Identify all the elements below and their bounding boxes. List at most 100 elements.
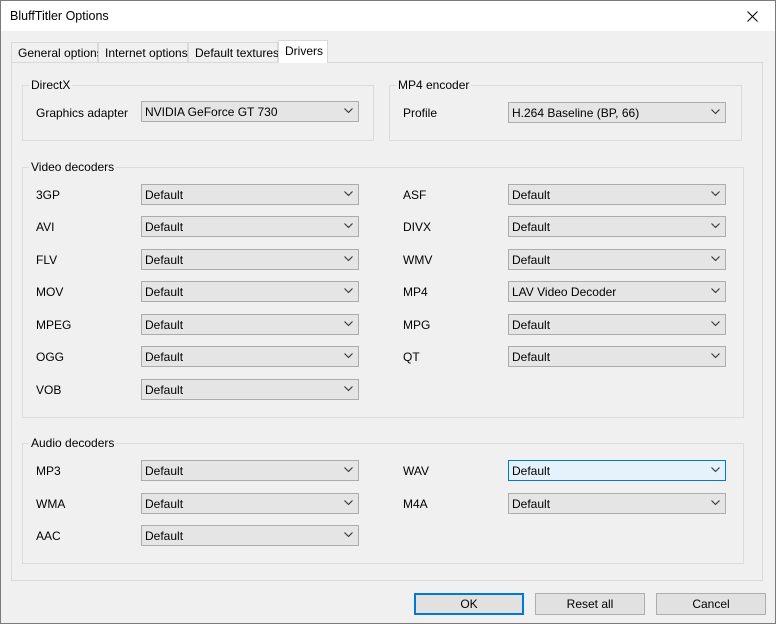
close-icon	[746, 10, 758, 22]
combo-value: Default	[145, 350, 184, 364]
combo-value: Default	[512, 188, 551, 202]
video-select-vob[interactable]: Default	[141, 379, 359, 400]
audio-select-m4a[interactable]: Default	[508, 493, 726, 514]
chevron-down-icon	[711, 256, 720, 262]
video-label-mp4: MP4	[403, 285, 428, 299]
combo-value: Default	[145, 464, 184, 478]
tab-label: Internet options	[105, 46, 188, 60]
video-label-mpeg: MPEG	[36, 318, 72, 332]
video-label-divx: DIVX	[403, 220, 432, 234]
chevron-down-icon	[711, 321, 720, 327]
video-label-ogg: OGG	[36, 350, 65, 364]
video-label-3gp: 3GP	[36, 188, 61, 202]
video-select-flv[interactable]: Default	[141, 249, 359, 270]
mp4-encoder-group-label: MP4 encoder	[396, 78, 472, 92]
video-select-divx[interactable]: Default	[508, 216, 726, 237]
video-label-qt: QT	[403, 350, 420, 364]
video-label-mpg: MPG	[403, 318, 431, 332]
video-select-wmv[interactable]: Default	[508, 249, 726, 270]
combo-value: Default	[512, 220, 551, 234]
cancel-button[interactable]: Cancel	[656, 593, 766, 615]
combo-value: LAV Video Decoder	[512, 285, 617, 299]
combo-value: Default	[512, 318, 551, 332]
tab-label: Default textures	[195, 46, 280, 60]
video-label-asf: ASF	[403, 188, 427, 202]
tab-default-textures[interactable]: Default textures	[188, 42, 280, 62]
window-title: BluffTitler Options	[10, 9, 109, 23]
combo-value: H.264 Baseline (BP, 66)	[512, 106, 640, 120]
audio-label-aac: AAC	[36, 529, 61, 543]
chevron-down-icon	[344, 467, 353, 473]
button-label: OK	[460, 597, 478, 611]
chevron-down-icon	[344, 532, 353, 538]
video-select-ogg[interactable]: Default	[141, 346, 359, 367]
reset-all-button[interactable]: Reset all	[535, 593, 645, 615]
directx-group-label: DirectX	[29, 78, 73, 92]
button-label: Cancel	[692, 597, 730, 611]
audio-label-wma: WMA	[36, 497, 66, 511]
chevron-down-icon	[344, 223, 353, 229]
chevron-down-icon	[711, 223, 720, 229]
audio-select-wav[interactable]: Default	[508, 460, 726, 481]
audio-label-mp3: MP3	[36, 464, 61, 478]
options-dialog: BluffTitler Options General options Inte…	[0, 0, 776, 624]
video-select-mov[interactable]: Default	[141, 281, 359, 302]
chevron-down-icon	[711, 353, 720, 359]
video-label-wmv: WMV	[403, 253, 433, 267]
chevron-down-icon	[344, 321, 353, 327]
combo-value: Default	[145, 220, 184, 234]
chevron-down-icon	[711, 191, 720, 197]
close-button[interactable]	[729, 1, 775, 31]
combo-value: Default	[512, 350, 551, 364]
combo-value: Default	[512, 464, 551, 478]
audio-label-wav: WAV	[403, 464, 429, 478]
chevron-down-icon	[344, 288, 353, 294]
combo-value: Default	[145, 253, 184, 267]
audio-decoders-group-label: Audio decoders	[29, 436, 117, 450]
chevron-down-icon	[344, 353, 353, 359]
tab-label: General options	[18, 46, 103, 60]
video-label-flv: FLV	[36, 253, 58, 267]
chevron-down-icon	[711, 467, 720, 473]
profile-select[interactable]: H.264 Baseline (BP, 66)	[508, 102, 726, 123]
combo-value: NVIDIA GeForce GT 730	[145, 105, 278, 119]
combo-value: Default	[145, 285, 184, 299]
video-select-avi[interactable]: Default	[141, 216, 359, 237]
chevron-down-icon	[711, 500, 720, 506]
video-label-vob: VOB	[36, 383, 62, 397]
tab-internet-options[interactable]: Internet options	[98, 42, 188, 62]
combo-value: Default	[145, 383, 184, 397]
tab-general-options[interactable]: General options	[11, 42, 103, 62]
video-select-3gp[interactable]: Default	[141, 184, 359, 205]
profile-label: Profile	[403, 106, 438, 120]
combo-value: Default	[512, 497, 551, 511]
combo-value: Default	[145, 188, 184, 202]
video-decoders-group-label: Video decoders	[29, 160, 117, 174]
chevron-down-icon	[711, 109, 720, 115]
audio-select-aac[interactable]: Default	[141, 525, 359, 546]
audio-select-mp3[interactable]: Default	[141, 460, 359, 481]
video-select-mpg[interactable]: Default	[508, 314, 726, 335]
chevron-down-icon	[711, 288, 720, 294]
title-bar: BluffTitler Options	[1, 1, 775, 31]
graphics-adapter-select[interactable]: NVIDIA GeForce GT 730	[141, 101, 359, 122]
combo-value: Default	[145, 318, 184, 332]
video-select-qt[interactable]: Default	[508, 346, 726, 367]
ok-button[interactable]: OK	[414, 593, 524, 615]
video-label-mov: MOV	[36, 285, 64, 299]
tab-drivers[interactable]: Drivers	[278, 40, 328, 63]
combo-value: Default	[512, 253, 551, 267]
chevron-down-icon	[344, 108, 353, 114]
video-select-mp4[interactable]: LAV Video Decoder	[508, 281, 726, 302]
combo-value: Default	[145, 497, 184, 511]
video-select-asf[interactable]: Default	[508, 184, 726, 205]
chevron-down-icon	[344, 386, 353, 392]
chevron-down-icon	[344, 500, 353, 506]
audio-select-wma[interactable]: Default	[141, 493, 359, 514]
video-select-mpeg[interactable]: Default	[141, 314, 359, 335]
video-label-avi: AVI	[36, 220, 55, 234]
graphics-adapter-label: Graphics adapter	[36, 106, 129, 120]
chevron-down-icon	[344, 256, 353, 262]
combo-value: Default	[145, 529, 184, 543]
button-label: Reset all	[566, 597, 614, 611]
